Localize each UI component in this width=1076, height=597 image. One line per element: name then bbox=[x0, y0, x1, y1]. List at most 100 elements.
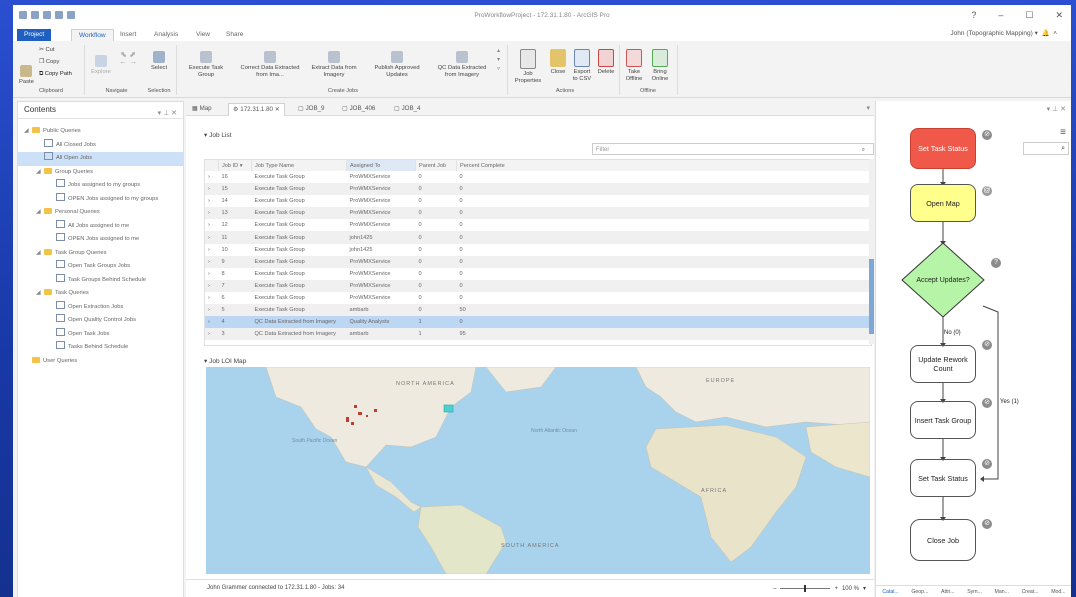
close-button[interactable]: ✕ bbox=[1055, 10, 1063, 21]
column-parent-job[interactable]: Parent Job bbox=[415, 160, 457, 171]
expand-arrow-icon[interactable]: ◢ bbox=[36, 206, 44, 220]
loi-map[interactable]: NORTH AMERICA EUROPE South Pacific Ocean… bbox=[206, 367, 870, 574]
table-row[interactable]: › 11 Execute Task Group john1425 0 0 bbox=[205, 231, 871, 244]
search-icon[interactable]: ⌕ bbox=[862, 144, 865, 156]
row-expand-icon[interactable]: › bbox=[205, 328, 219, 341]
tab-job-9[interactable]: ▢ JOB_9 bbox=[294, 103, 329, 115]
help-icon[interactable]: ? bbox=[991, 258, 1001, 268]
table-row[interactable]: › 7 Execute Task Group ProWMXService 0 0 bbox=[205, 279, 871, 292]
job-filter-input[interactable]: Filter ⌕ bbox=[592, 143, 874, 155]
help-button[interactable]: ? bbox=[971, 10, 976, 21]
table-row[interactable]: › 8 Execute Task Group ProWMXService 0 0 bbox=[205, 268, 871, 280]
tree-query[interactable]: Tasks Behind Schedule bbox=[18, 341, 183, 355]
table-row[interactable]: › 3 QC Data Extracted from Imagery ambarb 1 9… bbox=[205, 328, 871, 341]
tab-map[interactable]: ▦ Map bbox=[188, 103, 216, 115]
step-insert-task-group[interactable]: Insert Task Group bbox=[910, 401, 976, 439]
minimize-button[interactable]: – bbox=[998, 10, 1003, 21]
row-expand-icon[interactable]: › bbox=[205, 255, 219, 268]
tree-folder[interactable]: ◢ Group Queries bbox=[18, 166, 183, 180]
table-row[interactable]: › 4 QC Data Extracted from Imagery Quality … bbox=[205, 316, 871, 329]
user-account[interactable]: John (Topographic Mapping) ▾ 🔔 ˄ bbox=[950, 29, 1057, 37]
expand-arrow-icon[interactable]: ◢ bbox=[36, 287, 44, 301]
close-job-button[interactable]: Close bbox=[547, 49, 569, 76]
bring-online-button[interactable]: Bring Online bbox=[649, 49, 671, 83]
table-row[interactable]: › 10 Execute Task Group john1425 0 0 bbox=[205, 244, 871, 256]
navigate-arrows[interactable]: ⬉ ⬈ ← → bbox=[119, 51, 137, 66]
step-update-rework-count[interactable]: Update Rework Count bbox=[910, 345, 976, 383]
table-row[interactable]: › 12 Execute Task Group ProWMXService 0 0 bbox=[205, 219, 871, 231]
create-job-correct-data[interactable]: Correct Data Extracted from Ima... bbox=[239, 51, 301, 79]
create-job-extract-data[interactable]: Extract Data from Imagery bbox=[309, 51, 359, 79]
maximize-button[interactable]: ☐ bbox=[1025, 10, 1033, 21]
tab-job-4[interactable]: ▢ JOB_4 bbox=[390, 103, 425, 115]
table-row[interactable]: › 9 Execute Task Group ProWMXService 0 0 bbox=[205, 255, 871, 268]
tab-job-manager[interactable]: ⚙ 172.31.1.80 ✕ bbox=[228, 103, 285, 116]
job-location-marker[interactable] bbox=[374, 409, 377, 412]
delete-job-button[interactable]: Delete bbox=[595, 49, 617, 76]
tree-folder[interactable]: ◢ Task Queries bbox=[18, 287, 183, 301]
job-location-marker[interactable] bbox=[354, 405, 357, 408]
take-offline-button[interactable]: Take Offline bbox=[623, 49, 645, 83]
selected-job-location[interactable] bbox=[443, 404, 454, 413]
column-job-id[interactable]: Job ID ▾ bbox=[218, 160, 252, 171]
table-row[interactable]: › 6 Execute Task Group ProWMXService 0 0 bbox=[205, 292, 871, 304]
tab-manage[interactable]: Man... bbox=[995, 586, 1009, 597]
gallery-scroll[interactable]: ▴ ▾ ▿ bbox=[497, 47, 500, 74]
explore-button[interactable]: Explore bbox=[89, 55, 113, 76]
select-button[interactable]: Select bbox=[148, 51, 170, 72]
pane-options-icon[interactable]: ▾ ⊥ ✕ bbox=[158, 106, 177, 122]
step-set-task-status[interactable]: Set Task Status bbox=[910, 459, 976, 497]
grid-scroll-thumb[interactable] bbox=[869, 259, 874, 334]
row-expand-icon[interactable]: › bbox=[205, 171, 219, 183]
row-expand-icon[interactable]: › bbox=[205, 292, 219, 304]
zoom-out-icon[interactable]: – bbox=[773, 586, 776, 592]
row-expand-icon[interactable]: › bbox=[205, 304, 219, 317]
create-job-publish-updates[interactable]: Publish Approved Updates bbox=[369, 51, 425, 79]
row-expand-icon[interactable]: › bbox=[205, 219, 219, 231]
create-job-execute-task-group[interactable]: Execute Task Group bbox=[183, 51, 229, 79]
tab-job-406[interactable]: ▢ JOB_406 bbox=[338, 103, 379, 115]
zoom-slider[interactable] bbox=[780, 585, 831, 592]
row-expand-icon[interactable]: › bbox=[205, 244, 219, 256]
job-properties-button[interactable]: Job Properties bbox=[513, 49, 543, 85]
job-list-title[interactable]: ▾ Job List bbox=[204, 131, 231, 139]
tab-close-icon[interactable]: ✕ bbox=[275, 106, 280, 113]
tree-query[interactable]: All Jobs assigned to me bbox=[18, 219, 183, 234]
job-location-marker[interactable] bbox=[351, 422, 354, 425]
zoom-dropdown-icon[interactable]: ▾ bbox=[863, 585, 866, 592]
expand-arrow-icon[interactable]: ◢ bbox=[36, 247, 44, 261]
tree-query[interactable]: Open Quality Control Jobs bbox=[18, 314, 183, 328]
tab-create[interactable]: Creat... bbox=[1022, 586, 1039, 597]
table-row[interactable]: › 16 Execute Task Group ProWMXService 0 0 bbox=[205, 171, 871, 183]
tab-project[interactable]: Project bbox=[17, 29, 52, 41]
tab-geoprocessing[interactable]: Geop... bbox=[911, 586, 928, 597]
row-expand-icon[interactable]: › bbox=[205, 195, 219, 207]
expand-arrow-icon[interactable]: ◢ bbox=[36, 166, 44, 180]
export-csv-button[interactable]: Export to CSV bbox=[571, 49, 593, 83]
tab-insert[interactable]: Insert bbox=[113, 29, 143, 41]
step-set-task-status-current[interactable]: Set Task Status bbox=[910, 128, 976, 169]
copy-path-button[interactable]: ⧉ Copy Path bbox=[39, 71, 72, 78]
tab-share[interactable]: Share bbox=[219, 29, 250, 41]
tab-catalog[interactable]: Catal... bbox=[882, 586, 898, 597]
tree-query[interactable]: OPEN Jobs assigned to me bbox=[18, 233, 183, 247]
tab-modify[interactable]: Mod... bbox=[1051, 586, 1065, 597]
tree-query[interactable]: Open Extraction Jobs bbox=[18, 300, 183, 315]
tree-folder[interactable]: ◢ Personal Queries bbox=[18, 206, 183, 220]
cut-button[interactable]: ✂ Cut bbox=[39, 47, 55, 54]
tab-view[interactable]: View bbox=[189, 29, 217, 41]
tree-query[interactable]: All Open Jobs bbox=[18, 152, 183, 166]
row-expand-icon[interactable]: › bbox=[205, 279, 219, 292]
row-expand-icon[interactable]: › bbox=[205, 207, 219, 220]
table-row[interactable]: › 14 Execute Task Group ProWMXService 0 0 bbox=[205, 195, 871, 207]
tree-query[interactable]: Open Task Groups Jobs bbox=[18, 260, 183, 274]
tab-attributes[interactable]: Attri... bbox=[941, 586, 955, 597]
zoom-in-icon[interactable]: + bbox=[834, 586, 838, 592]
row-expand-icon[interactable]: › bbox=[205, 231, 219, 244]
job-location-marker[interactable] bbox=[346, 417, 349, 422]
table-row[interactable]: › 13 Execute Task Group ProWMXService 0 0 bbox=[205, 207, 871, 220]
job-location-marker[interactable] bbox=[366, 415, 368, 417]
expand-arrow-icon[interactable]: ◢ bbox=[24, 125, 32, 139]
tree-folder[interactable]: User Queries bbox=[18, 355, 183, 369]
tree-query[interactable]: OPEN Jobs assigned to my groups bbox=[18, 192, 183, 207]
